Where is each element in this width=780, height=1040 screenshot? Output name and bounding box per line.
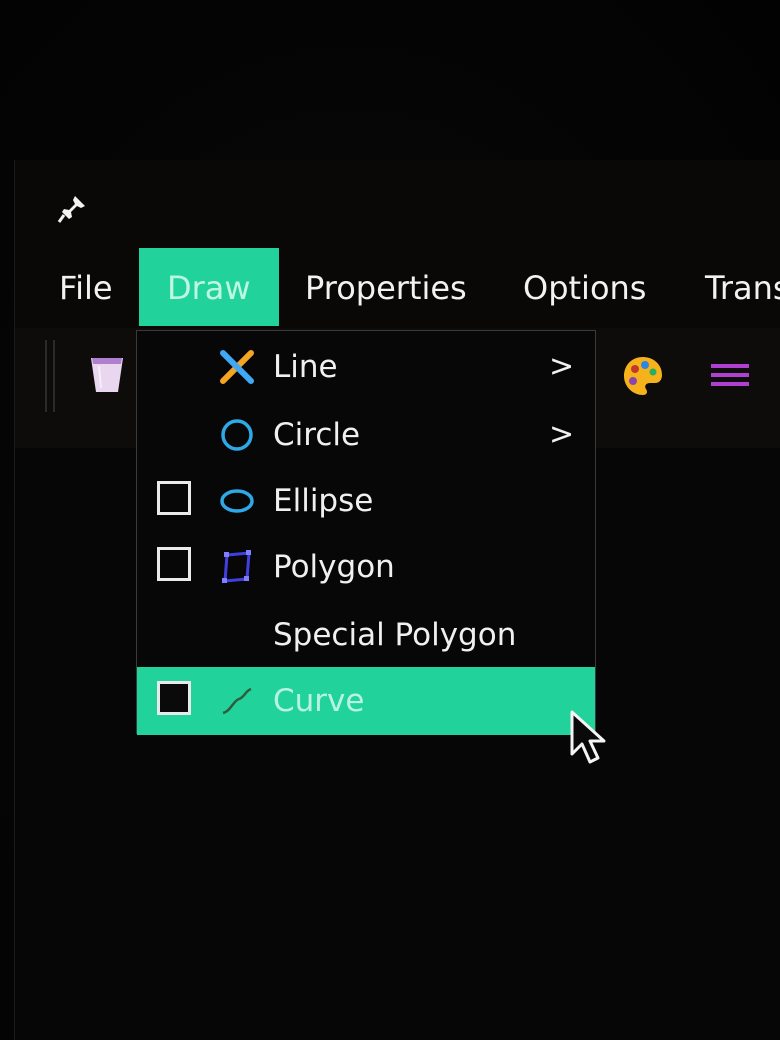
menu-bar: File Draw Properties Options Trans xyxy=(15,248,780,328)
toolbar-grip[interactable] xyxy=(45,340,55,412)
palette-icon[interactable] xyxy=(621,354,665,398)
curve-icon xyxy=(222,687,252,715)
menu-item-circle[interactable]: Circle > xyxy=(137,401,595,469)
mouse-cursor-icon xyxy=(570,710,606,764)
menu-item-ellipse[interactable]: Ellipse xyxy=(137,467,595,535)
menu-item-label: Ellipse xyxy=(273,483,374,519)
screen: File Draw Properties Options Trans xyxy=(0,0,780,1040)
polygon-checkbox[interactable] xyxy=(157,547,191,581)
menu-item-label: Polygon xyxy=(273,549,395,585)
ellipse-checkbox[interactable] xyxy=(157,481,191,515)
menu-item-label: Circle xyxy=(273,417,361,453)
cup-icon[interactable] xyxy=(89,352,125,396)
menu-item-label: Line xyxy=(273,349,338,385)
pin-icon[interactable] xyxy=(55,192,89,226)
ellipse-icon xyxy=(220,489,254,513)
title-bar xyxy=(15,160,780,250)
lines-icon[interactable] xyxy=(711,360,749,394)
menu-item-polygon[interactable]: Polygon xyxy=(137,533,595,601)
menu-options[interactable]: Options xyxy=(523,248,646,328)
menu-trans[interactable]: Trans xyxy=(705,248,780,328)
menu-item-label: Special Polygon xyxy=(273,617,517,653)
menu-properties[interactable]: Properties xyxy=(305,248,467,328)
menu-draw[interactable]: Draw xyxy=(139,248,279,326)
menu-file[interactable]: File xyxy=(59,248,113,328)
menu-item-special-polygon[interactable]: Special Polygon xyxy=(137,601,595,669)
line-tool-icon xyxy=(220,350,254,384)
draw-menu-dropdown: Line > Circle > Ellipse Polygon Special … xyxy=(136,330,596,735)
curve-checkbox[interactable] xyxy=(157,681,191,715)
menu-item-curve[interactable]: Curve xyxy=(137,667,595,735)
submenu-arrow-icon: > xyxy=(549,417,575,452)
polygon-icon xyxy=(222,550,251,583)
circle-icon xyxy=(221,419,253,451)
menu-item-label: Curve xyxy=(273,683,365,719)
menu-item-line[interactable]: Line > xyxy=(137,333,595,401)
submenu-arrow-icon: > xyxy=(549,349,575,384)
